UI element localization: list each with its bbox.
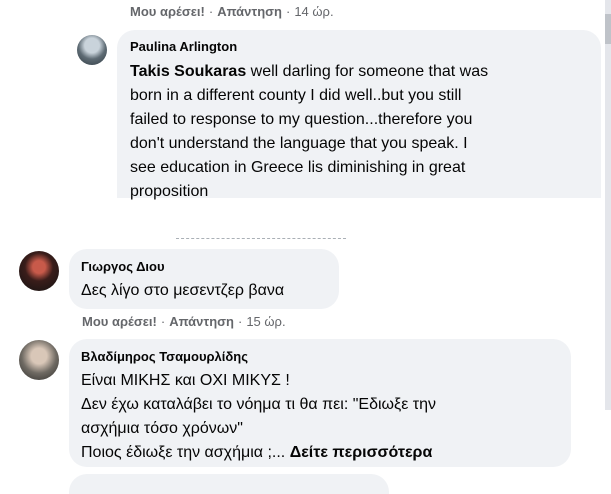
next-comment-bubble xyxy=(69,474,389,494)
comment-text: Είναι ΜΙΚΗΣ και ΟΧΙ ΜΙΚΥΣ ! Δεν έχω κατα… xyxy=(81,372,436,461)
divider xyxy=(176,238,346,240)
like-link[interactable]: Μου αρέσει! xyxy=(82,314,157,329)
avatar[interactable] xyxy=(19,251,59,291)
timestamp[interactable]: 15 ώρ. xyxy=(246,314,285,329)
reply-link[interactable]: Απάντηση xyxy=(169,314,234,329)
timestamp[interactable]: 14 ώρ. xyxy=(294,4,333,19)
see-more-link[interactable]: Δείτε περισσότερα xyxy=(290,444,433,461)
reply-link[interactable]: Απάντηση xyxy=(217,4,282,19)
comment-author[interactable]: Βλαδίμηρος Τσαμουρλίδης xyxy=(81,349,248,364)
comment-text: Δες λίγο στο μεσεντζερ βανα xyxy=(81,282,285,299)
comment-actions: Μου αρέσει! · Απάντηση · 15 ώρ. xyxy=(82,314,286,329)
comment-author[interactable]: Γιωργος Διου xyxy=(81,259,165,274)
scrollbar-track[interactable] xyxy=(605,0,611,410)
comment-bubble: Paulina Arlington Takis Soukaras well da… xyxy=(117,30,601,200)
comment-bubble: Γιωργος Διου Δες λίγο στο μεσεντζερ βανα xyxy=(69,249,339,309)
comment-actions: Μου αρέσει! · Απάντηση · 14 ώρ. xyxy=(130,4,334,19)
avatar[interactable] xyxy=(19,340,59,380)
tagged-user[interactable]: Takis Soukaras xyxy=(130,63,246,80)
avatar[interactable] xyxy=(77,35,107,65)
like-link[interactable]: Μου αρέσει! xyxy=(130,4,205,19)
comment-bubble: Βλαδίμηρος Τσαμουρλίδης Είναι ΜΙΚΗΣ και … xyxy=(69,339,571,467)
comment-text: Takis Soukaras well darling for someone … xyxy=(130,63,489,200)
scrollbar-thumb[interactable] xyxy=(605,14,611,44)
comment-author[interactable]: Paulina Arlington xyxy=(130,39,237,54)
